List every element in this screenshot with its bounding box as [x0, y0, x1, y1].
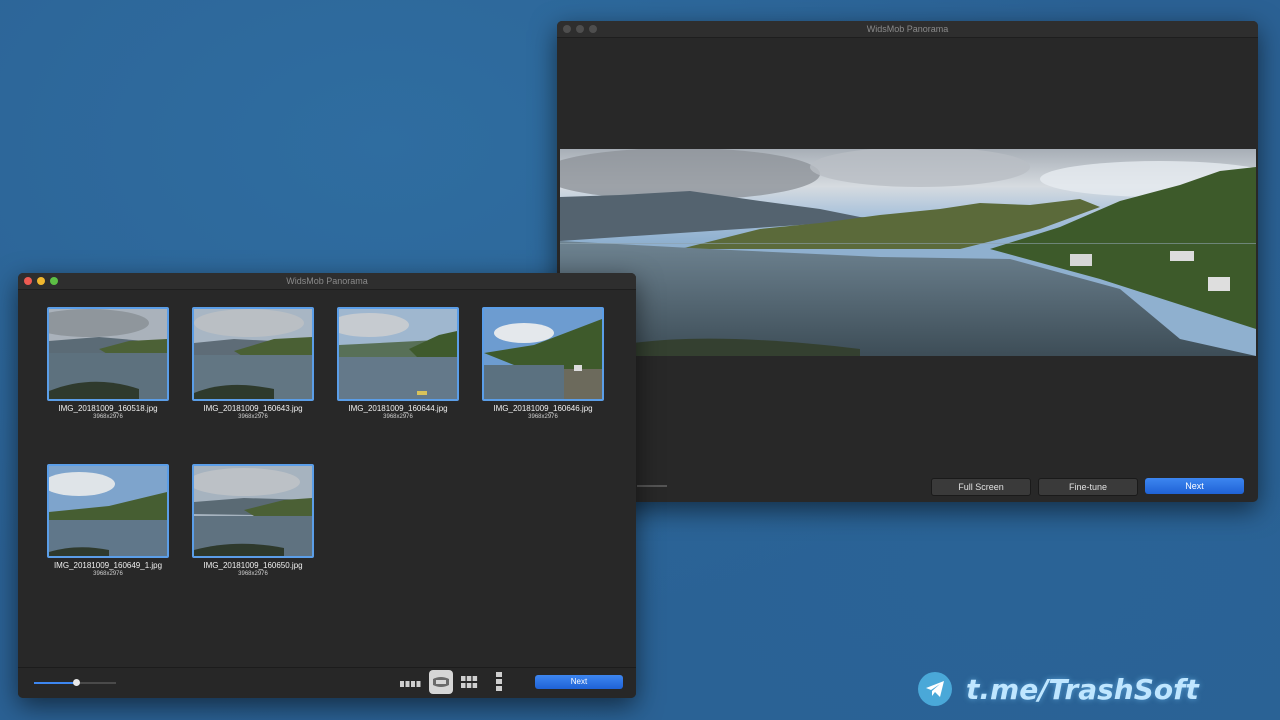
window-title: WidsMob Panorama	[286, 276, 368, 286]
grid-view-icon[interactable]	[460, 674, 478, 690]
watermark: t.me/TrashSoft	[918, 672, 1199, 706]
watermark-text: t.me/TrashSoft	[966, 672, 1199, 706]
telegram-icon	[918, 672, 952, 706]
image-thumbnail[interactable]: IMG_20181009_160650.jpg 3968x2976	[192, 464, 314, 577]
desktop: { "back_window": { "title": "WidsMob Pan…	[0, 0, 1280, 720]
image-thumbnail[interactable]: IMG_20181009_160643.jpg 3968x2976	[192, 307, 314, 420]
fine-tune-button[interactable]: Fine-tune	[1038, 478, 1138, 496]
zoom-button[interactable]	[50, 277, 58, 285]
image-thumbnail[interactable]: IMG_20181009_160646.jpg 3968x2976	[482, 307, 604, 420]
image-import-window: WidsMob Panorama IMG_20181009_160518.jpg…	[18, 273, 636, 698]
panorama-image	[560, 149, 1256, 356]
window-title: WidsMob Panorama	[866, 24, 949, 34]
thumbnail-filename: IMG_20181009_160643.jpg	[203, 404, 303, 413]
panorama-layout-view-icon[interactable]	[429, 670, 453, 694]
thumbnail-image	[47, 464, 169, 558]
window-controls	[563, 25, 597, 33]
thumbnail-dimensions: 3968x2976	[238, 571, 268, 577]
panorama-preview-window: WidsMob Panorama Full Screen Fine-tune N…	[557, 21, 1258, 502]
thumbnail-dimensions: 3968x2976	[383, 414, 413, 420]
zoom-button[interactable]	[589, 25, 597, 33]
thumbnail-image	[482, 307, 604, 401]
window-controls	[24, 277, 58, 285]
thumbnail-filename: IMG_20181009_160646.jpg	[493, 404, 593, 413]
image-thumbnail[interactable]: IMG_20181009_160518.jpg 3968x2976	[47, 307, 169, 420]
titlebar: WidsMob Panorama	[18, 273, 636, 290]
thumbnail-dimensions: 3968x2976	[528, 414, 558, 420]
thumbnail-dimensions: 3968x2976	[238, 414, 268, 420]
thumbnail-filename: IMG_20181009_160650.jpg	[203, 561, 303, 570]
thumbnail-image	[337, 307, 459, 401]
thumbnail-dimensions: 3968x2976	[93, 414, 123, 420]
small-thumbnails-view-icon[interactable]	[399, 677, 423, 689]
minimize-button[interactable]	[576, 25, 584, 33]
close-button[interactable]	[24, 277, 32, 285]
thumbnail-filename: IMG_20181009_160644.jpg	[348, 404, 448, 413]
image-thumbnail[interactable]: IMG_20181009_160649_1.jpg 3968x2976	[47, 464, 169, 577]
titlebar: WidsMob Panorama	[557, 21, 1258, 38]
thumbnail-dimensions: 3968x2976	[93, 571, 123, 577]
slider-fill	[34, 682, 77, 684]
vertical-strip-view-icon[interactable]	[494, 671, 504, 693]
panorama-scene	[560, 149, 1256, 356]
next-button[interactable]: Next	[535, 675, 623, 689]
close-button[interactable]	[563, 25, 571, 33]
bottom-toolbar: Next	[18, 667, 636, 698]
thumbnail-image	[192, 464, 314, 558]
image-thumbnail[interactable]: IMG_20181009_160644.jpg 3968x2976	[337, 307, 459, 420]
minimize-button[interactable]	[37, 277, 45, 285]
slider-knob[interactable]	[73, 679, 81, 686]
full-screen-button[interactable]: Full Screen	[931, 478, 1031, 496]
thumbnail-filename: IMG_20181009_160649_1.jpg	[53, 561, 163, 570]
thumbnail-image	[47, 307, 169, 401]
next-button[interactable]: Next	[1145, 478, 1244, 494]
thumbnail-filename: IMG_20181009_160518.jpg	[58, 404, 158, 413]
thumbnail-image	[192, 307, 314, 401]
zoom-slider-track[interactable]	[637, 485, 667, 487]
thumbnail-size-slider[interactable]	[34, 679, 116, 686]
